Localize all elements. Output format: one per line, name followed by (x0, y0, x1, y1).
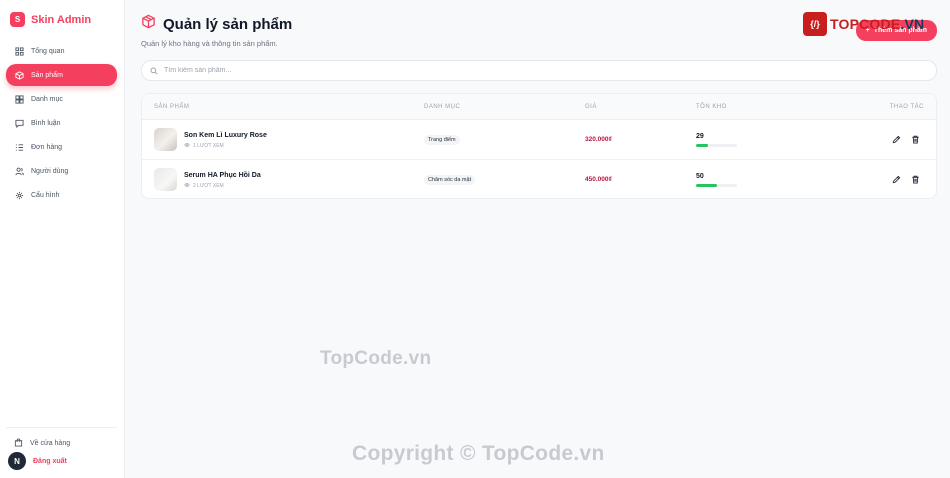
stock-bar-fill (696, 144, 708, 147)
stock-count: 29 (696, 133, 704, 140)
sidebar-bottom: Về cửa hàng N Đăng xuất (6, 427, 117, 470)
row-actions (891, 174, 920, 184)
category-icon (14, 94, 24, 104)
column-header-price: GIÁ (585, 104, 597, 110)
column-header-product: SẢN PHẨM (154, 104, 190, 110)
box-icon (141, 14, 156, 34)
back-to-store-label: Về cửa hàng (30, 439, 71, 447)
product-name[interactable]: Son Kem Lì Luxury Rose (184, 132, 267, 139)
topcode-logo-suffix: .VN (900, 16, 925, 32)
list-icon (14, 142, 24, 152)
eye-icon (184, 182, 190, 190)
product-views: 1 LƯỢT XEM (184, 142, 224, 150)
brand[interactable]: S Skin Admin (10, 12, 91, 27)
topcode-logo-main: TOPCODE (830, 16, 901, 32)
sidebar-item-label: Danh mục (31, 95, 63, 103)
sidebar-item-users[interactable]: Người dùng (6, 160, 117, 182)
page-title: Quản lý sản phẩm (163, 15, 293, 33)
comment-icon (14, 118, 24, 128)
product-thumbnail (154, 128, 177, 151)
stock-bar (696, 184, 737, 187)
logout-label: Đăng xuất (33, 457, 67, 465)
column-header-stock: TỒN KHO (696, 104, 727, 110)
grid-icon (14, 46, 24, 56)
brand-logo: S (10, 12, 25, 27)
category-badge: Trang điểm (424, 135, 460, 145)
back-to-store-link[interactable]: Về cửa hàng (6, 434, 117, 452)
box-icon (14, 70, 24, 80)
topcode-logo-text: TOPCODE.VN (830, 16, 924, 32)
sidebar-nav: Tổng quan Sản phẩm Danh mục Bình luận Đơ… (6, 40, 117, 208)
sidebar: S Skin Admin Tổng quan Sản phẩm Danh mục (0, 0, 125, 478)
copyright-watermark: Copyright © TopCode.vn (352, 442, 605, 465)
gear-icon (14, 190, 24, 200)
sidebar-item-settings[interactable]: Cấu hình (6, 184, 117, 206)
product-name[interactable]: Serum HA Phục Hồi Da (184, 172, 261, 179)
table-header: SẢN PHẨM DANH MỤC GIÁ TỒN KHO THAO TÁC (142, 94, 936, 120)
column-header-actions: THAO TÁC (889, 104, 924, 110)
product-views: 2 LƯỢT XEM (184, 182, 224, 190)
search-icon (150, 62, 158, 80)
users-icon (14, 166, 24, 176)
sidebar-item-categories[interactable]: Danh mục (6, 88, 117, 110)
edit-icon[interactable] (891, 134, 901, 144)
table-row[interactable]: Serum HA Phục Hồi Da 2 LƯỢT XEM Chăm sóc… (142, 160, 936, 198)
products-table: SẢN PHẨM DANH MỤC GIÁ TỒN KHO THAO TÁC S… (141, 93, 937, 199)
center-watermark: TopCode.vn (320, 348, 432, 369)
edit-icon[interactable] (891, 174, 901, 184)
search-input[interactable] (164, 67, 764, 74)
stock-bar-fill (696, 184, 717, 187)
shopping-bag-icon (14, 438, 23, 449)
sidebar-item-label: Người dùng (31, 167, 69, 175)
column-header-category: DANH MỤC (424, 104, 461, 110)
eye-icon (184, 142, 190, 150)
sidebar-item-label: Đơn hàng (31, 143, 63, 151)
table-row[interactable]: Son Kem Lì Luxury Rose 1 LƯỢT XEM Trang … (142, 120, 936, 160)
product-thumbnail (154, 168, 177, 191)
sidebar-item-label: Sản phẩm (31, 71, 63, 79)
product-price: 320.000₫ (585, 136, 612, 143)
avatar: N (8, 452, 26, 470)
views-count: 2 LƯỢT XEM (193, 183, 224, 189)
sidebar-item-label: Bình luận (31, 119, 61, 127)
row-actions (891, 134, 920, 144)
sidebar-item-products[interactable]: Sản phẩm (6, 64, 117, 86)
sidebar-item-label: Tổng quan (31, 47, 65, 55)
views-count: 1 LƯỢT XEM (193, 143, 224, 149)
category-badge: Chăm sóc da mặt (424, 175, 476, 185)
page-subtitle: Quản lý kho hàng và thông tin sản phẩm. (141, 39, 278, 48)
sidebar-item-orders[interactable]: Đơn hàng (6, 136, 117, 158)
sidebar-item-comments[interactable]: Bình luận (6, 112, 117, 134)
stock-bar (696, 144, 737, 147)
search-bar (141, 60, 937, 81)
stock-count: 50 (696, 173, 704, 180)
logout-button[interactable]: N Đăng xuất (6, 452, 117, 470)
trash-icon[interactable] (910, 174, 920, 184)
topcode-logo-badge: {/} (803, 12, 827, 36)
sidebar-item-label: Cấu hình (31, 191, 60, 199)
topcode-watermark-logo: {/} TOPCODE.VN (803, 12, 924, 36)
sidebar-item-overview[interactable]: Tổng quan (6, 40, 117, 62)
trash-icon[interactable] (910, 134, 920, 144)
brand-name: Skin Admin (31, 13, 92, 26)
product-price: 450.000₫ (585, 176, 612, 183)
